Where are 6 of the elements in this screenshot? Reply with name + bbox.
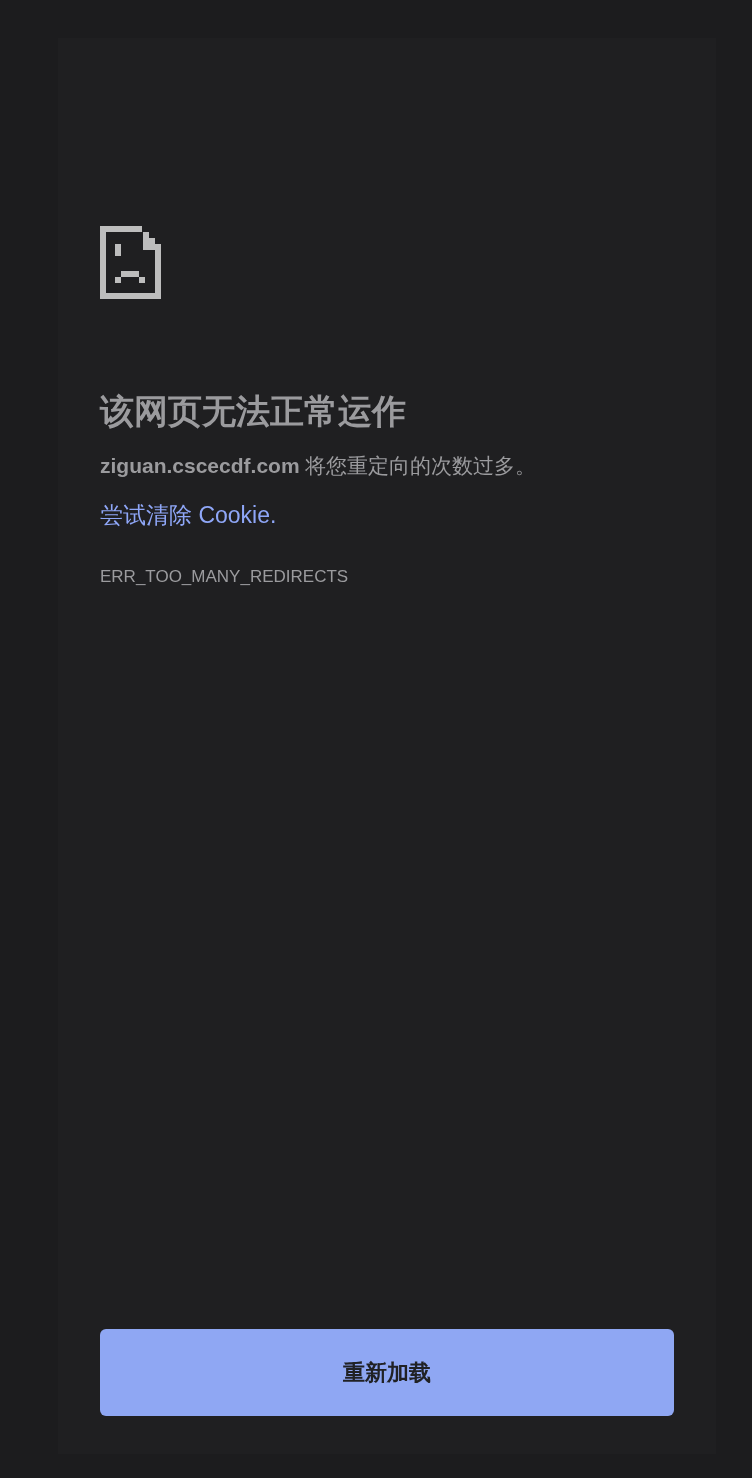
error-code: ERR_TOO_MANY_REDIRECTS [100, 566, 349, 587]
clear-cookies-link[interactable]: 尝试清除 Cookie. [100, 498, 277, 531]
reload-button[interactable]: 重新加载 [100, 1329, 674, 1416]
error-description: ziguan.cscecdf.com 将您重定向的次数过多。 [100, 453, 538, 480]
sad-page-icon [100, 226, 161, 299]
error-title: 该网页无法正常运作 [100, 391, 407, 432]
